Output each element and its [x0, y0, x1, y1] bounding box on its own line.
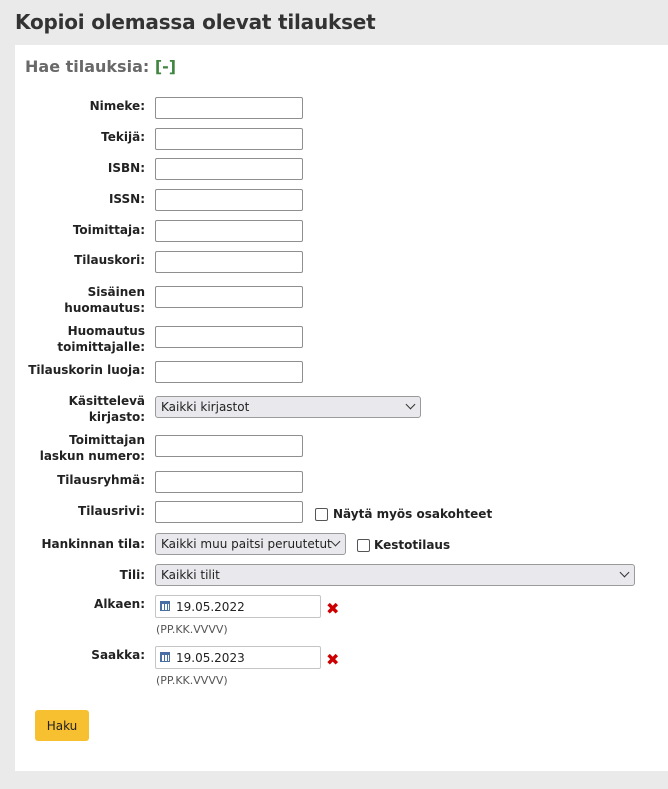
from-date-hint: (PP.KK.VVVV) [156, 623, 228, 636]
title-label: Nimeke: [89, 99, 145, 113]
chevron-down-icon [619, 567, 630, 578]
basket-creator-label: Tilauskorin luoja: [28, 363, 145, 377]
to-date-input[interactable]: 19.05.2023 [155, 646, 321, 669]
branch-select[interactable]: Kaikki kirjastot [155, 396, 421, 418]
from-date-label: Alkaen: [94, 597, 145, 611]
include-subitems-checkbox[interactable] [315, 508, 328, 521]
fund-select[interactable]: Kaikki tilit [155, 564, 635, 586]
search-button[interactable]: Haku [35, 710, 89, 741]
to-date-value: 19.05.2023 [176, 651, 245, 665]
isbn-input[interactable] [155, 158, 303, 180]
clear-date-icon[interactable]: ✖ [326, 601, 339, 617]
status-select[interactable]: Kaikki muu paitsi peruutetut [155, 533, 346, 555]
vendor-note-label: Huomautus toimittajalle: [57, 324, 145, 354]
status-select-value: Kaikki muu paitsi peruutetut [161, 537, 332, 551]
search-panel: Hae tilauksia: [-] Nimeke: Tekijä: ISBN:… [15, 45, 668, 771]
branch-select-value: Kaikki kirjastot [161, 400, 250, 414]
collapse-toggle-link[interactable]: [-] [155, 57, 176, 76]
vendor-input[interactable] [155, 220, 303, 242]
to-date-label: Saakka: [91, 648, 145, 662]
standing-order-checkbox[interactable] [357, 539, 370, 552]
invoice-number-input[interactable] [155, 435, 303, 457]
include-subitems-label: Näytä myös osakohteet [333, 507, 493, 521]
vendor-label: Toimittaja: [72, 223, 145, 237]
fund-select-value: Kaikki tilit [161, 568, 220, 582]
chevron-down-icon [405, 399, 416, 410]
from-date-value: 19.05.2022 [176, 600, 245, 614]
internal-note-label: Sisäinen huomautus: [64, 285, 145, 315]
clear-date-icon[interactable]: ✖ [326, 652, 339, 668]
chevron-down-icon [330, 536, 341, 547]
title-input[interactable] [155, 97, 303, 119]
author-input[interactable] [155, 128, 303, 150]
search-title: Hae tilauksia: [25, 57, 150, 76]
basket-group-input[interactable] [155, 471, 303, 493]
search-section-title: Hae tilauksia: [-] [25, 57, 176, 76]
page-title: Kopioi olemassa olevat tilaukset [15, 10, 376, 34]
calendar-icon[interactable] [160, 652, 170, 662]
basket-input[interactable] [155, 251, 303, 273]
calendar-icon[interactable] [160, 601, 170, 611]
to-date-hint: (PP.KK.VVVV) [156, 674, 228, 687]
invoice-number-label: Toimittajan laskun numero: [39, 433, 145, 463]
basket-label: Tilauskori: [74, 253, 145, 267]
issn-label: ISSN: [108, 192, 145, 206]
basket-group-label: Tilausryhmä: [57, 473, 145, 487]
branch-label: Käsittelevä kirjasto: [68, 394, 145, 424]
standing-order-label: Kestotilaus [374, 538, 451, 552]
status-label: Hankinnan tila: [41, 537, 145, 551]
fund-label: Tili: [119, 568, 145, 582]
order-line-label: Tilausrivi: [78, 504, 145, 518]
order-line-input[interactable] [155, 501, 303, 523]
isbn-label: ISBN: [107, 161, 145, 175]
basket-creator-input[interactable] [155, 361, 303, 383]
author-label: Tekijä: [101, 130, 145, 144]
issn-input[interactable] [155, 189, 303, 211]
internal-note-input[interactable] [155, 286, 303, 308]
from-date-input[interactable]: 19.05.2022 [155, 595, 321, 618]
vendor-note-input[interactable] [155, 326, 303, 348]
